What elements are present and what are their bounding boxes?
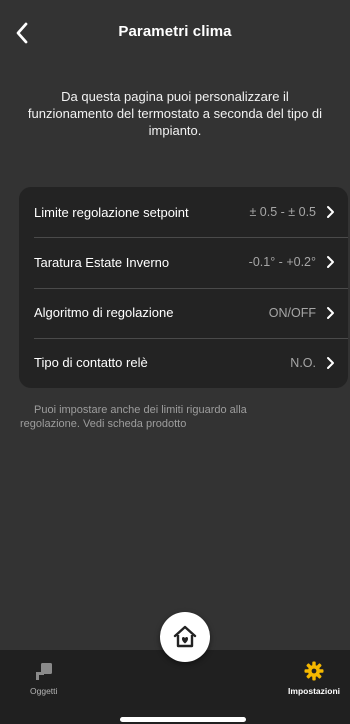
setting-row-regulation-algorithm[interactable]: Algoritmo di regolazione ON/OFF	[19, 287, 348, 338]
gear-icon	[304, 661, 324, 681]
intro-line: impianto.	[148, 123, 202, 138]
setting-value: -0.1° - +0.2°	[248, 255, 316, 270]
tab-oggetti[interactable]: Oggetti	[30, 660, 57, 696]
header: Parametri clima	[0, 0, 350, 66]
tab-label: Impostazioni	[288, 686, 340, 696]
chevron-right-icon	[326, 205, 336, 219]
chevron-right-icon	[326, 356, 336, 370]
intro-line: Da questa pagina puoi personalizzare il	[61, 89, 289, 104]
plug-icon	[35, 663, 52, 680]
setting-value: ON/OFF	[268, 305, 316, 320]
page-title: Parametri clima	[118, 23, 232, 40]
setting-row-setpoint-limit[interactable]: Limite regolazione setpoint ± 0.5 - ± 0.…	[19, 187, 348, 237]
tab-impostazioni[interactable]: Impostazioni	[288, 660, 340, 696]
setting-label: Limite regolazione setpoint	[34, 204, 189, 220]
setting-label: Algoritmo di regolazione	[34, 305, 174, 321]
intro-text: Da questa pagina puoi personalizzare il …	[6, 88, 344, 139]
setting-label: Taratura Estate Inverno	[34, 254, 170, 270]
intro-line: funzionamento del termostato a seconda d…	[27, 106, 323, 121]
note-line: regolazione. Vedi scheda prodotto	[20, 418, 187, 430]
note-line: Puoi impostare anche dei limiti riguardo…	[34, 404, 247, 416]
info-note: Puoi impostare anche dei limiti riguardo…	[20, 403, 320, 431]
setting-row-relay-contact-type[interactable]: Tipo di contatto relè N.O.	[19, 337, 348, 388]
tab-label: Oggetti	[30, 686, 58, 696]
tab-bar: Oggetti Impostazioni	[0, 650, 350, 724]
chevron-right-icon	[326, 306, 336, 320]
setting-value: ± 0.5 - ± 0.5	[249, 205, 316, 220]
setting-value: N.O.	[290, 355, 316, 370]
chevron-right-icon	[326, 255, 336, 269]
setting-row-summer-winter-calibration[interactable]: Taratura Estate Inverno -0.1° - +0.2°	[19, 237, 348, 287]
settings-list: Limite regolazione setpoint ± 0.5 - ± 0.…	[19, 187, 348, 388]
home-indicator	[120, 717, 246, 722]
setting-label: Tipo di contatto relè	[34, 355, 148, 371]
home-button[interactable]	[160, 612, 210, 662]
home-heart-icon	[173, 625, 197, 648]
